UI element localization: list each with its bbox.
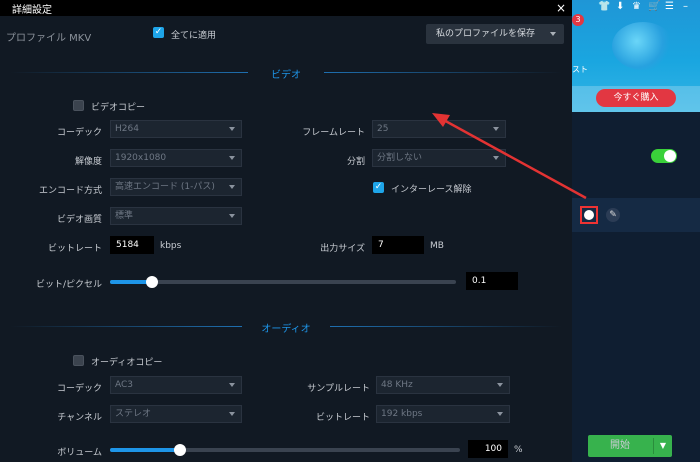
start-label: 開始 (610, 440, 630, 451)
save-profile-label: 私のプロファイルを保存 (436, 29, 536, 39)
video-codec-select[interactable]: H264 (110, 120, 242, 138)
output-size-input[interactable]: 7 (372, 236, 424, 254)
chevron-down-icon (229, 214, 235, 218)
framerate-label: フレームレート (302, 128, 365, 138)
audio-codec-select[interactable]: AC3 (110, 376, 242, 394)
volume-slider-fill (110, 448, 180, 452)
channel-label: チャンネル (57, 413, 102, 423)
chevron-down-icon (229, 127, 235, 131)
audio-codec-label: コーデック (56, 384, 102, 394)
volume-slider-thumb[interactable] (174, 444, 186, 456)
samplerate-select[interactable]: 48 KHz (376, 376, 510, 394)
resolution-select[interactable]: 1920x1080 (110, 149, 242, 167)
framerate-value: 25 (377, 124, 389, 134)
video-bitrate-label: ビットレート (47, 244, 102, 254)
toggle-knob (664, 150, 676, 162)
volume-unit: % (514, 445, 523, 455)
resolution-value: 1920x1080 (115, 153, 167, 163)
audio-copy-label: オーディオコピー (91, 358, 163, 368)
encode-method-value: 高速エンコード (1-パス) (115, 182, 215, 192)
list-icon[interactable]: ☰ (665, 1, 674, 12)
brain-illustration (612, 22, 674, 70)
audio-section-header: オーディオ (10, 320, 562, 335)
section-line-right (330, 326, 562, 327)
notification-badge: 3 (572, 14, 584, 26)
title-bar: 詳細設定 × (0, 0, 572, 16)
split-label: 分割 (346, 157, 365, 167)
encode-method-select[interactable]: 高速エンコード (1-パス) (110, 178, 242, 196)
samplerate-label: サンプルレート (307, 384, 370, 394)
edit-icon[interactable]: ✎ (606, 208, 620, 222)
profile-label: プロファイル MKV (6, 33, 92, 44)
video-section-title: ビデオ (271, 70, 301, 81)
channel-value: ステレオ (115, 409, 152, 419)
bpp-label: ビット/ピクセル (35, 280, 102, 290)
chevron-down-icon (229, 156, 235, 160)
bpp-slider-thumb[interactable] (145, 276, 158, 288)
start-divider (653, 438, 654, 454)
minimize-icon[interactable]: – (683, 1, 688, 12)
apply-all-checkbox[interactable]: ✓ (153, 27, 164, 38)
chevron-down-icon (229, 185, 235, 189)
promo-banner[interactable]: 3 👕 ⬇ ♛ 🛒 ☰ – スト 今すぐ購入 (572, 0, 700, 112)
output-size-unit: MB (430, 241, 444, 251)
volume-label: ボリューム (57, 448, 102, 458)
audio-copy-checkbox[interactable] (73, 355, 84, 366)
deinterlace-label: インターレース解除 (391, 185, 472, 195)
start-dropdown-icon[interactable]: ▼ (655, 435, 671, 457)
video-copy-checkbox[interactable] (73, 100, 84, 111)
split-select[interactable]: 分割しない (372, 149, 506, 167)
chevron-down-icon (229, 412, 235, 416)
settings-icon-highlight[interactable] (580, 206, 598, 224)
channel-select[interactable]: ステレオ (110, 405, 242, 423)
bpp-input[interactable]: 0.1 (466, 272, 518, 290)
chevron-down-icon (229, 383, 235, 387)
audio-bitrate-label: ビットレート (315, 413, 370, 423)
audio-section-title: オーディオ (261, 324, 311, 335)
apply-all-label: 全てに適用 (171, 31, 217, 41)
settings-icon (584, 210, 594, 220)
start-button[interactable]: 開始 ▼ (588, 435, 672, 457)
trophy-icon[interactable]: ♛ (632, 1, 641, 12)
deinterlace-checkbox[interactable]: ✓ (373, 182, 384, 193)
bpp-slider[interactable] (110, 276, 456, 288)
advanced-settings-dialog: 詳細設定 × プロファイル MKV ✓ 全てに適用 私のプロファイルを保存 ビデ… (0, 0, 572, 462)
video-codec-value: H264 (115, 124, 139, 134)
video-codec-label: コーデック (56, 128, 102, 138)
encode-method-label: エンコード方式 (38, 186, 102, 196)
video-quality-value: 標準 (115, 211, 134, 221)
video-bitrate-input[interactable]: 5184 (110, 236, 154, 254)
close-button[interactable]: × (556, 0, 566, 16)
download-icon[interactable]: ⬇ (616, 1, 624, 12)
audio-bitrate-select[interactable]: 192 kbps (376, 405, 510, 423)
chevron-down-icon (550, 32, 556, 36)
chevron-down-icon (497, 383, 503, 387)
samplerate-value: 48 KHz (381, 380, 413, 390)
chevron-down-icon (497, 412, 503, 416)
output-size-label: 出力サイズ (320, 244, 365, 254)
volume-input[interactable]: 100 (468, 440, 508, 458)
video-quality-label: ビデオ画質 (56, 215, 102, 225)
buy-now-button[interactable]: 今すぐ購入 (596, 89, 676, 107)
buy-now-label: 今すぐ購入 (613, 93, 659, 103)
audio-bitrate-value: 192 kbps (381, 409, 423, 419)
save-profile-dropdown[interactable]: 私のプロファイルを保存 (426, 24, 564, 44)
ad-text: スト (572, 65, 588, 74)
resolution-label: 解像度 (74, 157, 102, 167)
video-copy-label: ビデオコピー (91, 103, 146, 113)
cart-icon[interactable]: 🛒 (648, 1, 660, 12)
split-value: 分割しない (377, 153, 423, 163)
audio-codec-value: AC3 (115, 380, 134, 390)
framerate-select[interactable]: 25 (372, 120, 506, 138)
video-section-header: ビデオ (10, 66, 562, 81)
section-line-right (324, 72, 562, 73)
tshirt-icon[interactable]: 👕 (598, 1, 610, 12)
video-bitrate-unit: kbps (160, 241, 182, 251)
volume-slider[interactable] (110, 444, 460, 456)
toggle-switch[interactable] (651, 149, 677, 163)
dialog-title: 詳細設定 (12, 5, 52, 16)
video-quality-select[interactable]: 標準 (110, 207, 242, 225)
chevron-down-icon (493, 127, 499, 131)
chevron-down-icon (493, 156, 499, 160)
